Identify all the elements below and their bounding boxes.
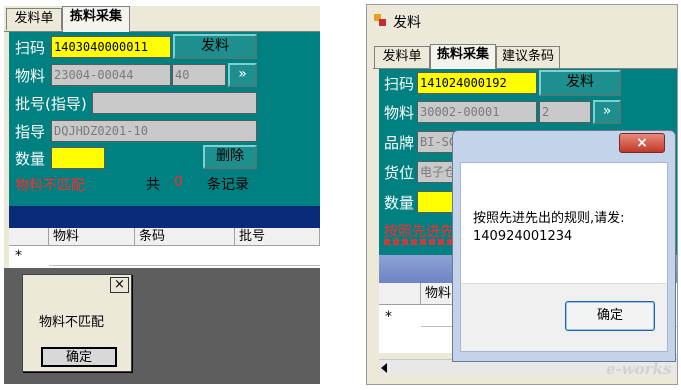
material-label: 物料 xyxy=(384,104,415,122)
issue-button[interactable]: 发料 xyxy=(173,34,257,59)
window-title: 发料 xyxy=(393,15,421,31)
tab-pick-collect[interactable]: 拣料采集 xyxy=(62,6,130,32)
scan-input[interactable]: 141024000192 xyxy=(417,72,537,94)
left-screen: 发料单 拣料采集 扫码 1403040000011 发料 物料 23004-00… xyxy=(4,6,320,384)
scroll-left-arrow-icon[interactable] xyxy=(381,363,387,373)
grid-caption-bar xyxy=(9,206,320,228)
grid-column-batch[interactable]: 批号 xyxy=(235,228,320,246)
brand-label: 品牌 xyxy=(384,134,415,152)
dialog-message-line2: 140924001234 xyxy=(473,229,573,244)
lookup-arrow-button[interactable]: » xyxy=(593,100,621,124)
material-code-field[interactable]: 23004-00044 xyxy=(51,64,171,86)
new-row-marker: * xyxy=(385,309,392,325)
material-qty-field[interactable]: 2 xyxy=(539,101,591,123)
fifo-dialog: × 按照先进先出的规则,请发: 140924001234 确定 xyxy=(452,130,676,362)
close-icon: × xyxy=(636,135,648,151)
scan-label: 扫码 xyxy=(384,75,415,93)
delete-button[interactable]: 删除 xyxy=(203,145,257,169)
material-code-field[interactable]: 30002-00001 xyxy=(417,101,537,123)
grid-column-barcode[interactable]: 条码 xyxy=(135,228,235,246)
grid-row-header xyxy=(9,228,49,246)
qty-label: 数量 xyxy=(15,150,46,168)
watermark-logo: e-works xyxy=(606,360,672,378)
dialog-message: 物料不匹配 xyxy=(39,315,105,330)
message-dialog: × 物料不匹配 确定 xyxy=(22,274,132,372)
location-label: 货位 xyxy=(384,164,415,182)
tab-pick-collect[interactable]: 拣料采集 xyxy=(430,44,496,70)
batch-field[interactable] xyxy=(92,92,257,114)
batch-label: 批号(指导) xyxy=(15,95,87,113)
lookup-arrow-button[interactable]: » xyxy=(228,63,257,87)
dialog-body: 按照先进先出的规则,请发: 140924001234 确定 xyxy=(460,162,668,352)
record-count-prefix: 共 xyxy=(146,177,160,193)
scan-label: 扫码 xyxy=(15,39,46,57)
new-row[interactable] xyxy=(49,246,320,266)
error-status-text: 物料不匹配 xyxy=(15,178,85,194)
record-count-value: 0 xyxy=(174,174,183,190)
dialog-close-button[interactable]: × xyxy=(110,277,129,293)
dialog-ok-button[interactable]: 确定 xyxy=(565,301,655,331)
qty-input[interactable] xyxy=(51,147,105,169)
tab-issue-order[interactable]: 发料单 xyxy=(374,46,430,68)
new-row-marker: * xyxy=(15,248,22,264)
scan-input[interactable]: 1403040000011 xyxy=(51,36,171,58)
records-grid[interactable]: 物料 条码 批号 * xyxy=(9,228,320,268)
qty-label: 数量 xyxy=(384,194,415,212)
grid-column-material[interactable]: 物料 xyxy=(49,228,135,246)
material-qty-field[interactable]: 40 xyxy=(172,64,226,86)
issue-button[interactable]: 发料 xyxy=(539,70,621,96)
grid-row-header xyxy=(379,283,421,305)
guide-label: 指导 xyxy=(15,123,46,141)
dialog-ok-button[interactable]: 确定 xyxy=(41,347,117,367)
tab-issue-order[interactable]: 发料单 xyxy=(6,8,62,30)
material-label: 物料 xyxy=(15,67,46,85)
guide-field[interactable]: DQJHDZ0201-10 xyxy=(51,120,257,142)
dialog-close-button[interactable]: × xyxy=(619,133,665,153)
tab-suggested-barcode[interactable]: 建议条码 xyxy=(496,46,560,68)
error-status-overflow xyxy=(384,239,454,245)
dialog-message-line1: 按照先进先出的规则,请发: xyxy=(473,211,625,226)
app-icon xyxy=(374,14,386,26)
record-count-suffix: 条记录 xyxy=(207,177,249,193)
